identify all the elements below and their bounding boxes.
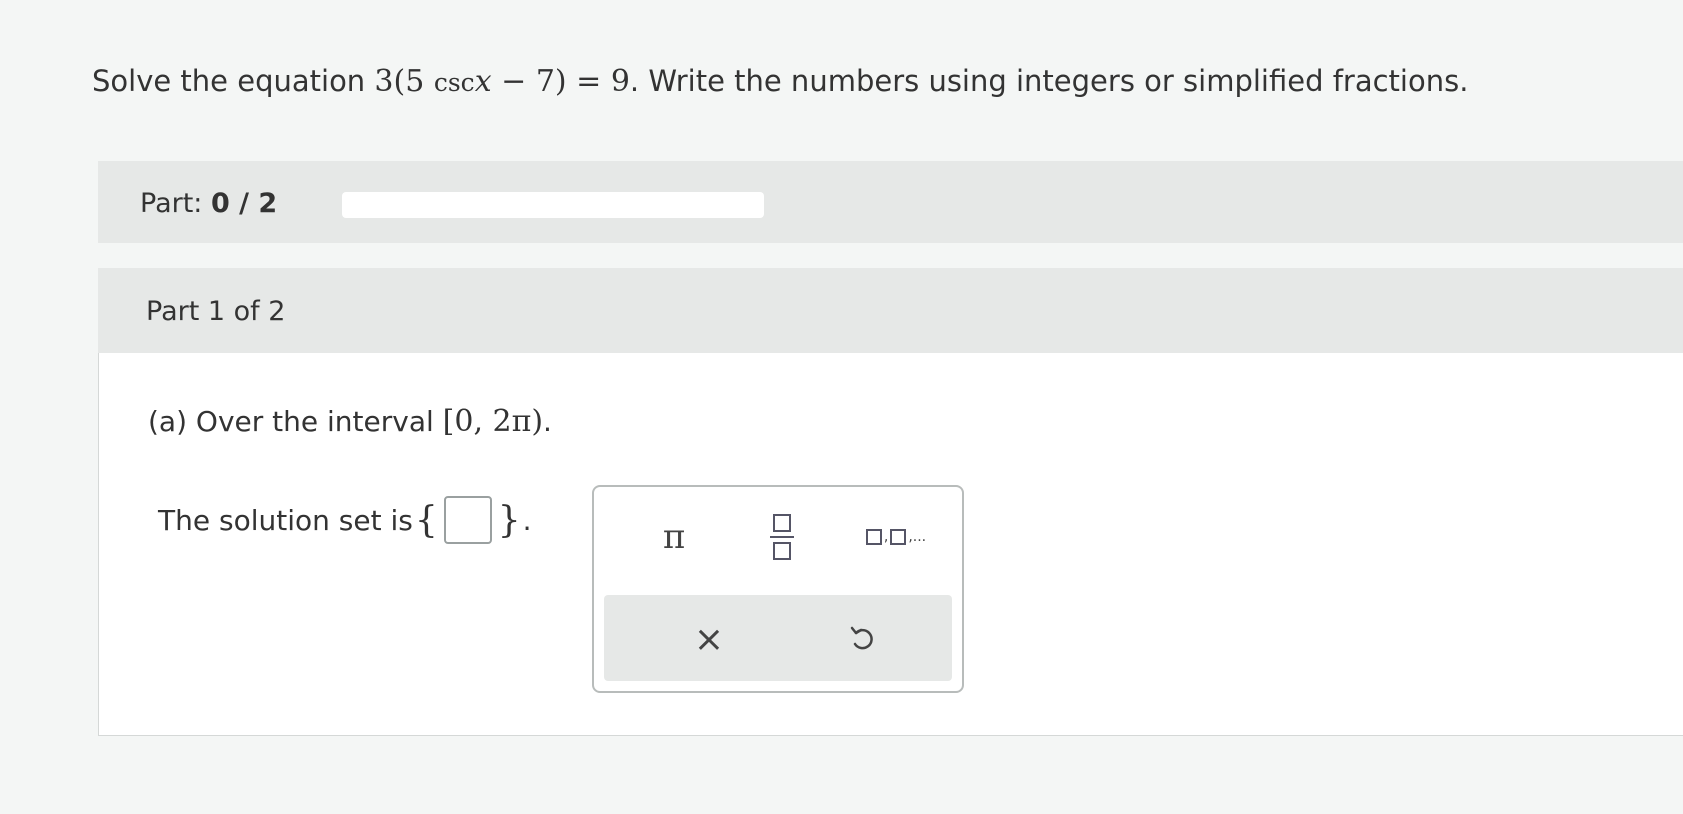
clear-button[interactable]: ×	[679, 609, 739, 669]
equation-part: (5	[393, 64, 434, 99]
progress-label-text: Part:	[140, 188, 211, 219]
equation-variable: x	[474, 64, 492, 99]
question-prefix: Solve the equation	[92, 64, 375, 98]
math-palette: π ,,... ×	[592, 485, 964, 693]
list-button[interactable]: ,,...	[846, 507, 946, 567]
progress-panel	[98, 161, 1683, 243]
progress-label: Part: 0 / 2	[140, 188, 277, 219]
fraction-button[interactable]	[752, 507, 812, 567]
prompt-period: .	[543, 405, 552, 438]
list-icon	[865, 529, 882, 545]
list-icon-second	[890, 529, 907, 545]
fraction-icon	[773, 514, 791, 532]
equation-function: csc	[433, 68, 475, 97]
list-ellipsis: ,...	[908, 529, 927, 545]
part-title: Part 1 of 2	[146, 296, 286, 327]
answer-input[interactable]	[443, 496, 492, 544]
progress-value: 0 / 2	[210, 188, 278, 219]
palette-actions: ×	[604, 595, 952, 681]
prompt-text: (a) Over the interval	[148, 405, 443, 438]
equation-coefficient: 3	[374, 64, 394, 99]
close-icon: ×	[693, 618, 725, 660]
fraction-icon-denominator	[773, 542, 791, 560]
solution-row: The solution set is { } .	[158, 496, 532, 544]
page: Solve the equation 3(5 cscx − 7) = 9. Wr…	[0, 0, 1683, 814]
fraction-bar	[770, 536, 794, 538]
part-prompt: (a) Over the interval [0, 2π).	[148, 404, 552, 439]
undo-icon	[850, 626, 873, 650]
pi-button[interactable]: π	[644, 507, 704, 567]
equation-rest: − 7) = 9	[491, 64, 630, 99]
equation: 3(5 cscx − 7) = 9	[374, 64, 629, 99]
progress-track	[342, 192, 764, 218]
solution-period: .	[522, 503, 532, 537]
question-text: Solve the equation 3(5 cscx − 7) = 9. Wr…	[92, 64, 1468, 99]
interval: [0, 2π)	[442, 404, 544, 439]
brace-close: }	[497, 499, 521, 541]
undo-button[interactable]	[832, 609, 892, 669]
question-suffix: . Write the numbers using integers or si…	[629, 64, 1469, 98]
pi-label: π	[662, 517, 686, 557]
part-header	[98, 268, 1683, 353]
solution-label: The solution set is	[158, 503, 413, 537]
brace-open: {	[414, 499, 438, 541]
